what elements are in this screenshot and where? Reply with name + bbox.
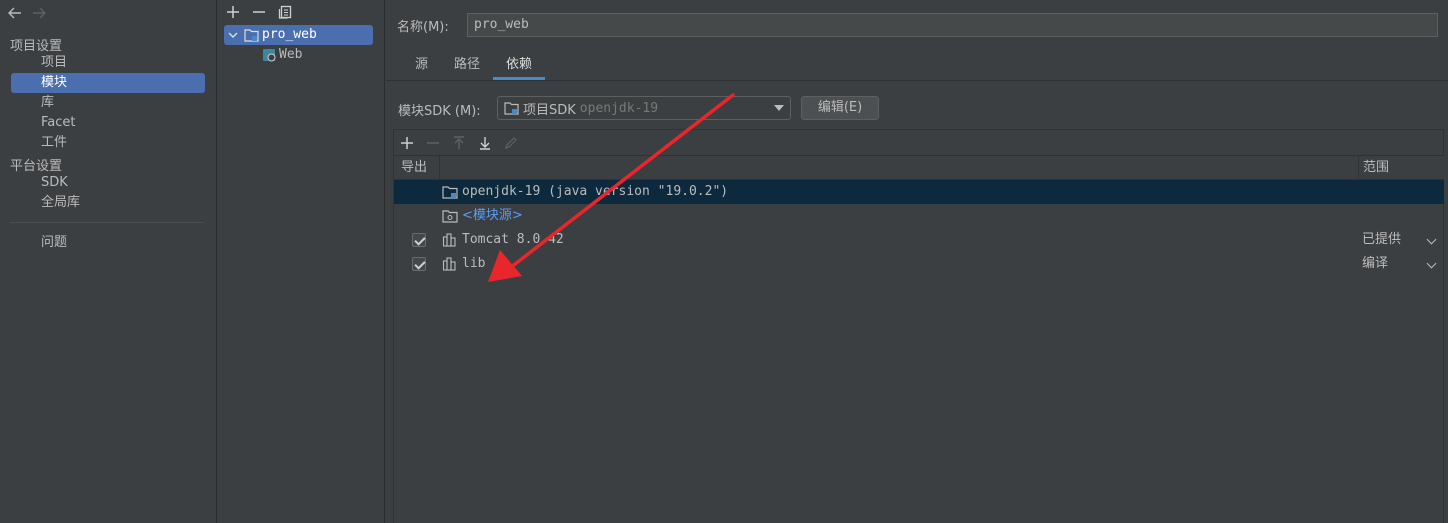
arrow-left-icon[interactable] [6, 4, 24, 22]
table-row[interactable]: <模块源> [394, 204, 1444, 228]
platform-settings-header: 平台设置 [10, 159, 63, 174]
module-name-label: pro_web [262, 27, 317, 42]
tree-item-web-facet[interactable]: Web [262, 45, 302, 65]
chevron-down-icon[interactable] [1426, 258, 1437, 269]
library-icon [442, 233, 456, 247]
name-label: 名称(M): [397, 20, 449, 35]
jdk-folder-icon [442, 186, 458, 199]
web-facet-icon [263, 49, 276, 62]
nav-divider [10, 222, 204, 223]
dependency-name: lib [462, 256, 486, 271]
module-folder-icon [244, 29, 259, 42]
dependency-name: Tomcat 8.0.42 [462, 232, 564, 247]
library-icon [442, 257, 456, 271]
chevron-down-icon[interactable] [228, 30, 238, 40]
tree-item-module[interactable]: pro_web [224, 25, 373, 45]
dependency-name: openjdk-19 (java version "19.0.2") [462, 184, 729, 199]
remove-icon[interactable] [248, 2, 270, 22]
edit-icon[interactable] [500, 132, 522, 154]
sdk-hint: openjdk-19 [579, 100, 659, 116]
tab-paths[interactable]: 路径 [441, 52, 493, 80]
nav-item-sdks[interactable]: SDK [11, 173, 205, 193]
export-checkbox[interactable] [412, 233, 426, 247]
module-tabs: 源 路径 依赖 [402, 52, 546, 80]
nav-item-libraries[interactable]: 库 [11, 93, 205, 113]
module-settings-panel: 名称(M): pro_web 源 路径 依赖 模块SDK (M): 项目SDK … [386, 0, 1448, 523]
table-row[interactable]: Tomcat 8.0.42 已提供 [394, 228, 1444, 252]
web-facet-label: Web [279, 47, 303, 62]
export-checkbox[interactable] [412, 257, 426, 271]
nav-item-modules[interactable]: 模块 [11, 73, 205, 93]
dropdown-caret-icon [774, 105, 784, 111]
nav-item-project[interactable]: 项目 [11, 53, 205, 73]
nav-arrows [6, 4, 48, 24]
scope-select[interactable]: 已提供 [1362, 228, 1401, 252]
sdk-value: 项目SDK [523, 102, 576, 118]
dependencies-header: 导出 范围 [394, 155, 1444, 180]
table-row[interactable]: lib 编译 [394, 252, 1444, 276]
nav-item-global-libraries[interactable]: 全局库 [11, 193, 205, 213]
tab-dependencies[interactable]: 依赖 [493, 52, 546, 80]
table-row[interactable]: openjdk-19 (java version "19.0.2") [394, 180, 1444, 204]
chevron-down-icon[interactable] [1426, 234, 1437, 245]
settings-sidebar: 项目设置 项目 模块 库 Facet 工件 平台设置 SDK 全局库 问题 [0, 0, 217, 523]
move-down-icon[interactable] [474, 132, 496, 154]
module-sdk-select[interactable]: 项目SDK openjdk-19 [497, 96, 791, 120]
module-source-icon [442, 210, 458, 223]
move-up-icon[interactable] [448, 132, 470, 154]
module-name-input[interactable]: pro_web [467, 13, 1438, 37]
edit-sdk-button[interactable]: 编辑(E) [801, 96, 879, 120]
column-header-scope[interactable]: 范围 [1358, 156, 1444, 180]
scope-select[interactable]: 编译 [1362, 252, 1388, 276]
module-tree-panel: pro_web Web [218, 0, 385, 523]
project-settings-header: 项目设置 [10, 39, 63, 54]
tabs-divider [386, 80, 1448, 81]
nav-item-artifacts[interactable]: 工件 [11, 133, 205, 153]
add-icon[interactable] [222, 2, 244, 22]
arrow-right-icon[interactable] [30, 4, 48, 22]
column-header-export[interactable]: 导出 [394, 156, 440, 180]
dependencies-toolbar [394, 130, 522, 155]
module-sdk-label: 模块SDK (M): [398, 104, 481, 119]
dependencies-table-panel: 导出 范围 openjdk-19 (java version "19.0.2")… [393, 129, 1444, 523]
tree-toolbar [222, 2, 296, 22]
nav-item-facets[interactable]: Facet [11, 113, 205, 133]
nav-item-problems[interactable]: 问题 [11, 233, 205, 253]
add-icon[interactable] [396, 132, 418, 154]
tab-sources[interactable]: 源 [402, 52, 441, 80]
copy-icon[interactable] [274, 2, 296, 22]
sdk-folder-icon [504, 102, 519, 115]
dependency-name[interactable]: <模块源> [462, 204, 523, 228]
remove-icon[interactable] [422, 132, 444, 154]
